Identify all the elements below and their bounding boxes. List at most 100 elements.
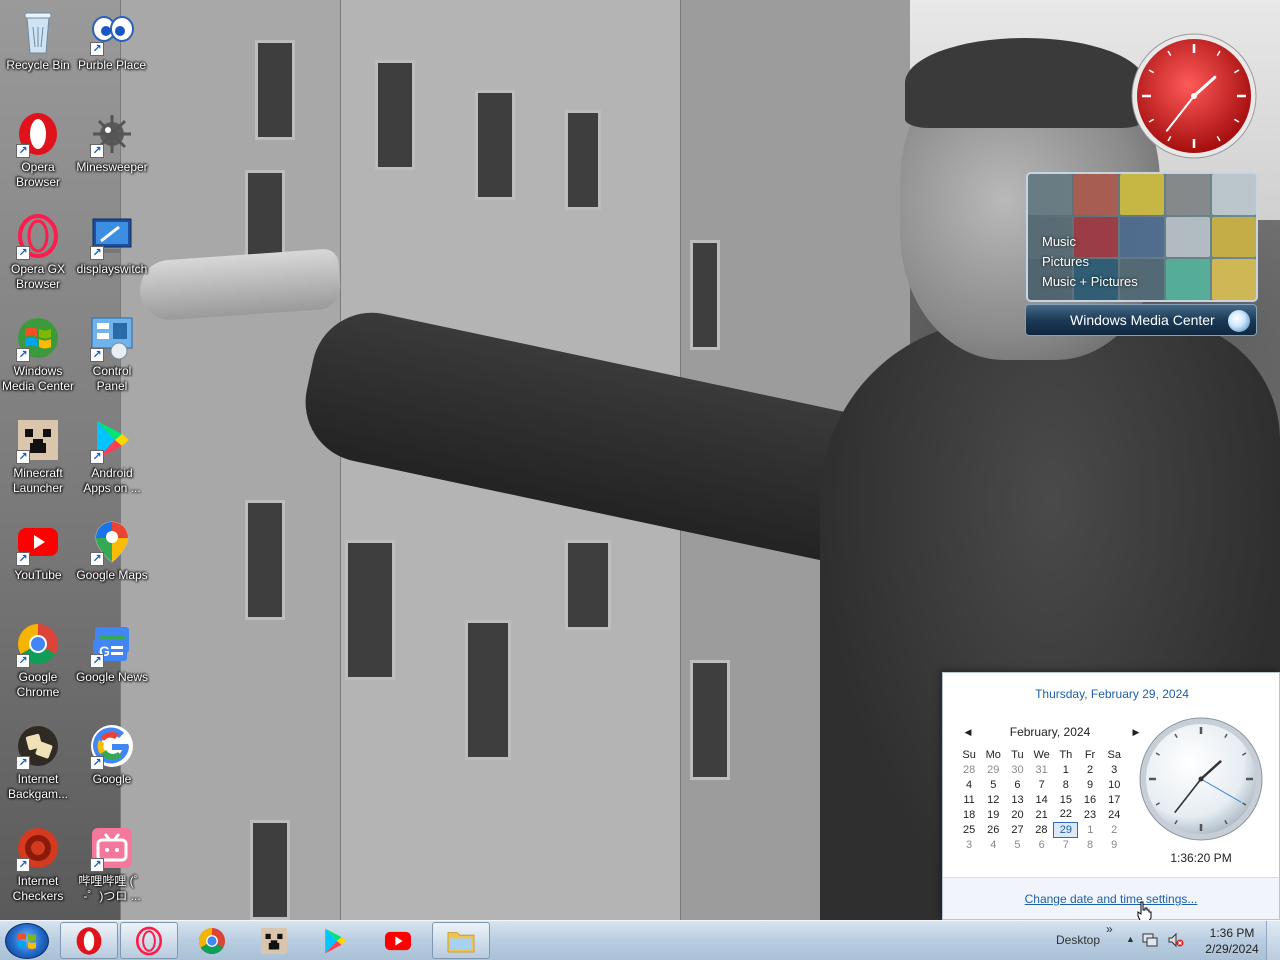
calendar-day[interactable]: 31	[1030, 762, 1054, 777]
network-icon[interactable]	[1142, 932, 1158, 948]
desktop-icon-label: Google Maps	[76, 568, 148, 582]
calendar-day[interactable]: 27	[1005, 822, 1029, 837]
media-center-menu-item[interactable]: Music + Pictures	[1042, 274, 1138, 290]
calendar-day[interactable]: 6	[1005, 777, 1029, 792]
calendar-day[interactable]: 3	[1102, 762, 1126, 777]
windows-logo-icon	[18, 933, 36, 949]
start-button[interactable]	[5, 923, 49, 959]
taskbar-button-opera-gx[interactable]	[120, 922, 178, 959]
desktop-icon[interactable]: ↗ 哔哩哔哩 (゜ -゜)つロ ...	[74, 824, 150, 904]
calendar-day[interactable]: 29	[981, 762, 1005, 777]
taskbar-button-minecraft[interactable]	[245, 922, 303, 959]
calendar-day[interactable]: 2	[1102, 822, 1126, 837]
desktop-icon[interactable]: ↗ Opera GX Browser	[0, 212, 76, 292]
calendar-day[interactable]: 7	[1054, 837, 1078, 852]
desktop-icon[interactable]: ↗ YouTube	[0, 518, 76, 583]
media-center-gadget[interactable]: Music Pictures Music + Pictures	[1026, 172, 1258, 302]
taskbar-time: 1:36 PM	[1209, 926, 1255, 940]
volume-muted-icon[interactable]	[1168, 932, 1184, 948]
desktop-icon[interactable]: ↗ displayswitch	[74, 212, 150, 277]
taskbar-button-chrome[interactable]	[183, 922, 241, 959]
calendar-day[interactable]: 30	[1005, 762, 1029, 777]
media-center-bar[interactable]: Windows Media Center	[1025, 304, 1257, 336]
calendar-day[interactable]: 2	[1078, 762, 1102, 777]
desktop-icon[interactable]: ↗ Internet Checkers	[0, 824, 76, 904]
desktop-icon[interactable]: G ↗ Google News	[74, 620, 150, 685]
calendar-day-today[interactable]: 29	[1053, 821, 1079, 838]
desktop-icon[interactable]: ↗ Control Panel	[74, 314, 150, 394]
desktop-icon[interactable]: ↗ Google Chrome	[0, 620, 76, 700]
calendar-day[interactable]: 18	[957, 807, 981, 822]
taskbar-button-file-explorer[interactable]	[432, 922, 490, 959]
wallpaper-window	[465, 620, 511, 760]
calendar-day[interactable]: 23	[1078, 807, 1102, 822]
media-center-menu-item[interactable]: Music	[1042, 234, 1138, 250]
desktop-icon[interactable]: ↗ Windows Media Center	[0, 314, 76, 394]
control-panel-icon: ↗	[88, 314, 136, 362]
calendar-day[interactable]: 8	[1078, 837, 1102, 852]
taskbar-button-opera[interactable]	[60, 922, 118, 959]
calendar-day[interactable]: 7	[1030, 777, 1054, 792]
desktop-icon-label: Minesweeper	[76, 160, 148, 174]
calendar-day[interactable]: 12	[981, 792, 1005, 807]
clock-gadget[interactable]	[1130, 32, 1258, 160]
calendar-day[interactable]: 4	[981, 837, 1005, 852]
calendar-day[interactable]: 9	[1102, 837, 1126, 852]
calendar-day[interactable]: 15	[1054, 792, 1078, 807]
taskbar-button-google-play[interactable]	[306, 922, 364, 959]
calendar-day[interactable]: 17	[1102, 792, 1126, 807]
desktop-icon-label: Purble Place	[77, 58, 147, 72]
google-news-icon: G ↗	[88, 620, 136, 668]
desktop-icon[interactable]: ↗ Minesweeper	[74, 110, 150, 175]
calendar-day[interactable]: 26	[981, 822, 1005, 837]
shortcut-arrow-icon: ↗	[90, 654, 104, 668]
taskbar-button-youtube[interactable]	[369, 922, 427, 959]
show-hidden-icons-icon[interactable]: ▲	[1126, 934, 1135, 944]
calendar-day[interactable]: 5	[1005, 837, 1029, 852]
wallpaper-window	[475, 90, 515, 200]
calendar-day[interactable]: 13	[1005, 792, 1029, 807]
calendar-day[interactable]: 24	[1102, 807, 1126, 822]
calendar-day[interactable]: 28	[957, 762, 981, 777]
calendar-day[interactable]: 20	[1005, 807, 1029, 822]
calendar-day[interactable]: 14	[1030, 792, 1054, 807]
calendar-day[interactable]: 9	[1078, 777, 1102, 792]
calendar-day[interactable]: 28	[1030, 822, 1054, 837]
desktop-icon[interactable]: ↗ Android Apps on ...	[74, 416, 150, 496]
previous-month-icon[interactable]: ◀	[961, 725, 975, 739]
show-desktop-button[interactable]	[1266, 921, 1280, 960]
calendar-day[interactable]: 19	[981, 807, 1005, 822]
calendar-day[interactable]: 21	[1030, 807, 1054, 822]
calendar-day[interactable]: 3	[957, 837, 981, 852]
change-date-time-settings-link[interactable]: Change date and time settings...	[943, 892, 1279, 906]
youtube-icon	[384, 931, 412, 950]
calendar-day[interactable]: 8	[1054, 777, 1078, 792]
calendar-day[interactable]: 25	[957, 822, 981, 837]
desktop-icon[interactable]: ↗ Opera Browser	[0, 110, 76, 190]
desktop-icon[interactable]: ↗ Google Maps	[74, 518, 150, 583]
full-date-link[interactable]: Thursday, February 29, 2024	[943, 687, 1280, 701]
desktop-icon[interactable]: ↗ Internet Backgam...	[0, 722, 76, 802]
digital-time: 1:36:20 PM	[1170, 851, 1232, 865]
calendar-day[interactable]: 10	[1102, 777, 1126, 792]
month-title[interactable]: February, 2024	[981, 725, 1119, 739]
calendar-day[interactable]: 1	[1054, 762, 1078, 777]
desktop-toolbar-label[interactable]: Desktop	[1056, 933, 1100, 947]
calendar-day[interactable]: 6	[1030, 837, 1054, 852]
calendar-day[interactable]: 16	[1078, 792, 1102, 807]
calendar-day[interactable]: 1	[1078, 822, 1102, 837]
calendar-day[interactable]: 4	[957, 777, 981, 792]
toolbar-overflow-icon[interactable]: »	[1106, 922, 1113, 936]
calendar-day[interactable]: 22	[1054, 807, 1078, 822]
desktop-icon[interactable]: Recycle Bin	[0, 8, 76, 73]
media-center-menu-item[interactable]: Pictures	[1042, 254, 1138, 270]
desktop-icon[interactable]: ↗ Google	[74, 722, 150, 787]
calendar-day[interactable]: 5	[981, 777, 1005, 792]
desktop-icon[interactable]: ↗ Purble Place	[74, 8, 150, 73]
windows-media-center-icon: ↗	[14, 314, 62, 362]
calendar-day[interactable]: 11	[957, 792, 981, 807]
taskbar-clock[interactable]: 1:36 PM 2/29/2024	[1200, 925, 1264, 957]
desktop-icon[interactable]: ↗ Minecraft Launcher	[0, 416, 76, 496]
wallpaper-window	[345, 540, 395, 680]
weekday-header: Fr	[1084, 748, 1096, 761]
